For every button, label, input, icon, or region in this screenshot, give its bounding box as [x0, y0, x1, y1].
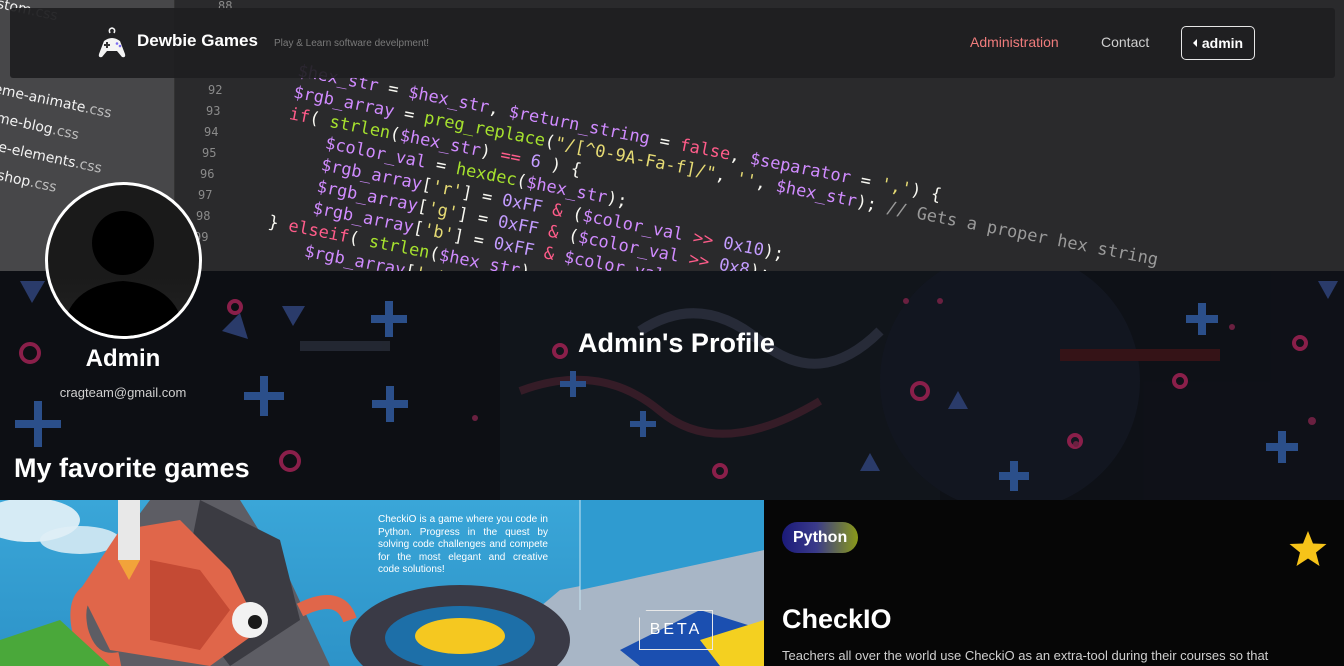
- line-number: 95: [202, 146, 217, 160]
- line-number: 98: [196, 209, 211, 223]
- line-number: 94: [204, 125, 219, 139]
- line-number: 97: [198, 188, 213, 202]
- game-description: Teachers all over the world use CheckiO …: [782, 648, 1269, 663]
- top-navbar: Dewbie Games Play & Learn software devel…: [10, 8, 1335, 78]
- game-title[interactable]: CheckIO: [782, 604, 892, 635]
- line-number: 92: [208, 83, 223, 97]
- user-silhouette-icon: [62, 211, 185, 336]
- brand-name[interactable]: Dewbie Games: [137, 31, 258, 51]
- game-cover-image[interactable]: CheckiO is a game where you code in Pyth…: [0, 500, 764, 666]
- gamepad-logo-icon[interactable]: [94, 27, 130, 61]
- user-menu-button[interactable]: admin: [1181, 26, 1255, 60]
- code-snippet: $hex_str = $hex_str, $return_string = fa…: [266, 60, 1160, 271]
- star-icon[interactable]: [1288, 530, 1328, 568]
- language-tag[interactable]: Python: [782, 522, 859, 553]
- game-cover-caption: CheckiO is a game where you code in Pyth…: [378, 514, 548, 575]
- game-card-details: Python CheckIO Teachers all over the wor…: [764, 500, 1344, 666]
- page-title: Admin's Profile: [578, 328, 775, 358]
- user-menu-label: admin: [1201, 35, 1244, 51]
- profile-user-name: Admin: [85, 345, 161, 372]
- favorites-heading: My favorite games: [14, 453, 250, 483]
- caret-left-icon: [1192, 39, 1197, 47]
- profile-user-email: cragteam@gmail.com: [59, 385, 187, 400]
- nav-link-administration[interactable]: Administration: [970, 34, 1059, 50]
- brand-tagline: Play & Learn software develpment!: [274, 38, 430, 49]
- nav-link-contact[interactable]: Contact: [1101, 34, 1149, 50]
- line-number: 93: [206, 104, 221, 118]
- line-number: 96: [200, 167, 215, 181]
- profile-avatar[interactable]: [45, 182, 202, 339]
- beta-badge: BETA: [639, 610, 713, 650]
